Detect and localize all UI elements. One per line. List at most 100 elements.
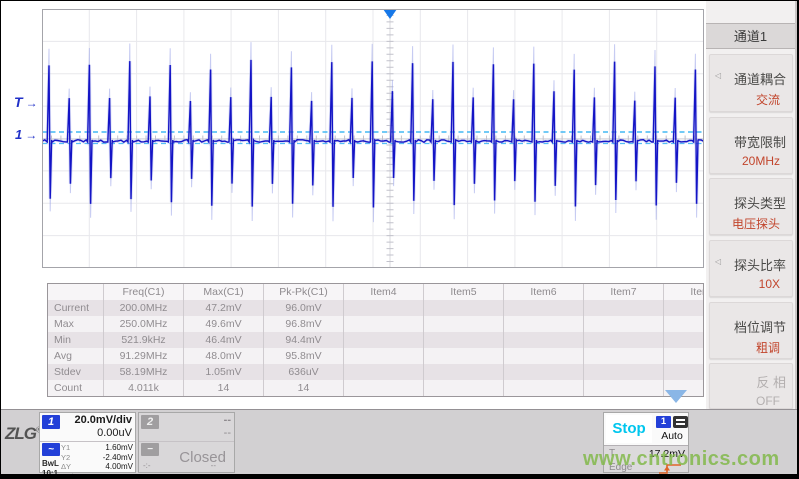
- channel-menu-panel: 通道1 ◁ 通道耦合 交流 带宽限制 20MHz 探头类型 电压探头 ◁ 探头比…: [706, 1, 797, 410]
- cursor-label: Y1: [61, 443, 70, 452]
- table-cell: 49.6mV: [184, 316, 264, 332]
- submenu-arrow-icon: ◁: [715, 71, 721, 80]
- table-cell: [584, 380, 664, 396]
- table-cell: [504, 380, 584, 396]
- table-cell: [664, 300, 704, 316]
- channel2-ratio: -:-: [143, 461, 151, 470]
- table-cell: 95.8mV: [264, 348, 344, 364]
- bandwidth-limit-flag: BwL: [42, 459, 59, 468]
- table-cell: 636uV: [264, 364, 344, 380]
- column-header: Item7: [584, 284, 664, 300]
- table-cell: [584, 348, 664, 364]
- table-cell: 14: [264, 380, 344, 396]
- row-label: Current: [48, 300, 104, 316]
- right-arrow-icon: →: [26, 96, 38, 110]
- probe-ratio-flag: 10:1: [42, 469, 58, 474]
- ac-coupling-icon: ~: [42, 443, 60, 456]
- run-state-indicator: Stop: [606, 415, 652, 443]
- table-cell: [344, 332, 424, 348]
- trigger-level-marker[interactable]: T→: [14, 94, 38, 110]
- menu-item-gear-adjust[interactable]: 档位调节 粗调: [709, 302, 793, 359]
- channel1-status[interactable]: 1 20.0mV/div 0.00uV ~ BwL 10:1 Y11.60mVY…: [39, 412, 136, 473]
- table-cell: 46.4mV: [184, 332, 264, 348]
- channel2-badge: 2: [141, 415, 159, 429]
- table-cell: [664, 316, 704, 332]
- menu-item-value: 粗调: [756, 339, 780, 356]
- table-cell: 58.19MHz: [104, 364, 184, 380]
- cursor-value: 4.00mV: [105, 462, 133, 471]
- menu-item-value: OFF: [756, 394, 780, 408]
- scroll-down-icon[interactable]: [665, 390, 687, 403]
- table-cell: [584, 364, 664, 380]
- screen-content: T→ 1→ 通道1 ◁ 通道耦合 交流 带宽限制 20MHz 探头类型 电压探头…: [1, 1, 797, 474]
- trigger-level-label: T: [14, 94, 23, 110]
- table-cell: 200.0MHz: [104, 300, 184, 316]
- menu-item-invert[interactable]: 反 相 OFF: [709, 363, 793, 409]
- divider: [139, 441, 234, 442]
- cursor-y-row: ΔY 4.00mV: [61, 462, 133, 471]
- trigger-mode: Auto: [654, 430, 690, 442]
- table-cell: [424, 332, 504, 348]
- table-cell: [424, 380, 504, 396]
- table-cell: [664, 364, 704, 380]
- row-label: Stdev: [48, 364, 104, 380]
- menu-item-label: 档位调节: [734, 317, 786, 336]
- table-cell: [424, 364, 504, 380]
- menu-item-coupling[interactable]: ◁ 通道耦合 交流: [709, 54, 793, 112]
- table-cell: [344, 364, 424, 380]
- right-arrow-icon: →: [25, 128, 37, 142]
- table-cell: [344, 348, 424, 364]
- table-cell: 96.8mV: [264, 316, 344, 332]
- column-header: Item8: [664, 284, 704, 300]
- menu-item-label: 探头类型: [734, 193, 786, 212]
- menu-item-probe-type[interactable]: 探头类型 电压探头: [709, 178, 793, 235]
- table-cell: [424, 348, 504, 364]
- channel1-ground-marker[interactable]: 1→: [15, 127, 37, 142]
- watermark: www.cntronics.com: [583, 448, 780, 471]
- menu-item-label: 反 相: [756, 372, 786, 391]
- column-header: Item4: [344, 284, 424, 300]
- table-cell: 94.4mV: [264, 332, 344, 348]
- table-cell: [504, 300, 584, 316]
- trigger-coupling-icon: [673, 416, 688, 428]
- table-corner: [48, 284, 104, 300]
- table-cell: [504, 364, 584, 380]
- cursor-label: ΔY/ΔX: [61, 472, 83, 475]
- menu-item-bandwidth[interactable]: 带宽限制 20MHz: [709, 117, 793, 174]
- column-header: Item5: [424, 284, 504, 300]
- table-cell: 47.2mV: [184, 300, 264, 316]
- zlg-logo: ZLG®: [5, 424, 42, 444]
- submenu-arrow-icon: ◁: [715, 257, 721, 266]
- cursor-label: ΔY: [61, 462, 71, 471]
- row-label: Avg: [48, 348, 104, 364]
- row-label: Max: [48, 316, 104, 332]
- logo-text: ZLG: [5, 424, 36, 443]
- cursor-y-row: ΔY/ΔX----: [61, 472, 133, 475]
- channel1-scale: 20.0mV/div: [75, 414, 132, 426]
- oscilloscope-screen: T→ 1→ 通道1 ◁ 通道耦合 交流 带宽限制 20MHz 探头类型 电压探头…: [0, 0, 799, 479]
- column-header: Max(C1): [184, 284, 264, 300]
- cursor-y-row: Y11.60mV: [61, 443, 133, 452]
- trigger-position-icon[interactable]: [383, 9, 397, 19]
- table-cell: [664, 348, 704, 364]
- channel2-scale: --: [224, 414, 231, 426]
- channel2-offset: --: [224, 427, 231, 439]
- table-cell: [504, 348, 584, 364]
- table-cell: 1.05mV: [184, 364, 264, 380]
- channel2-status[interactable]: 2 -- -- − Closed -:- --: [138, 412, 235, 473]
- cursor-value: -2.40mV: [103, 453, 133, 462]
- table-cell: 4.011k: [104, 380, 184, 396]
- menu-item-value: 电压探头: [732, 215, 780, 232]
- waveform-trace: [42, 60, 704, 208]
- menu-item-label: 通道耦合: [734, 69, 786, 88]
- channel1-badge: 1: [42, 415, 60, 429]
- menu-item-label: 带宽限制: [734, 132, 786, 151]
- table-cell: [504, 316, 584, 332]
- column-header: Pk-Pk(C1): [264, 284, 344, 300]
- menu-item-label: 探头比率: [734, 255, 786, 274]
- table-cell: [344, 380, 424, 396]
- menu-item-probe-ratio[interactable]: ◁ 探头比率 10X: [709, 240, 793, 297]
- table-cell: [584, 332, 664, 348]
- channel2-state: Closed: [179, 449, 226, 466]
- menu-item-value: 10X: [759, 277, 780, 291]
